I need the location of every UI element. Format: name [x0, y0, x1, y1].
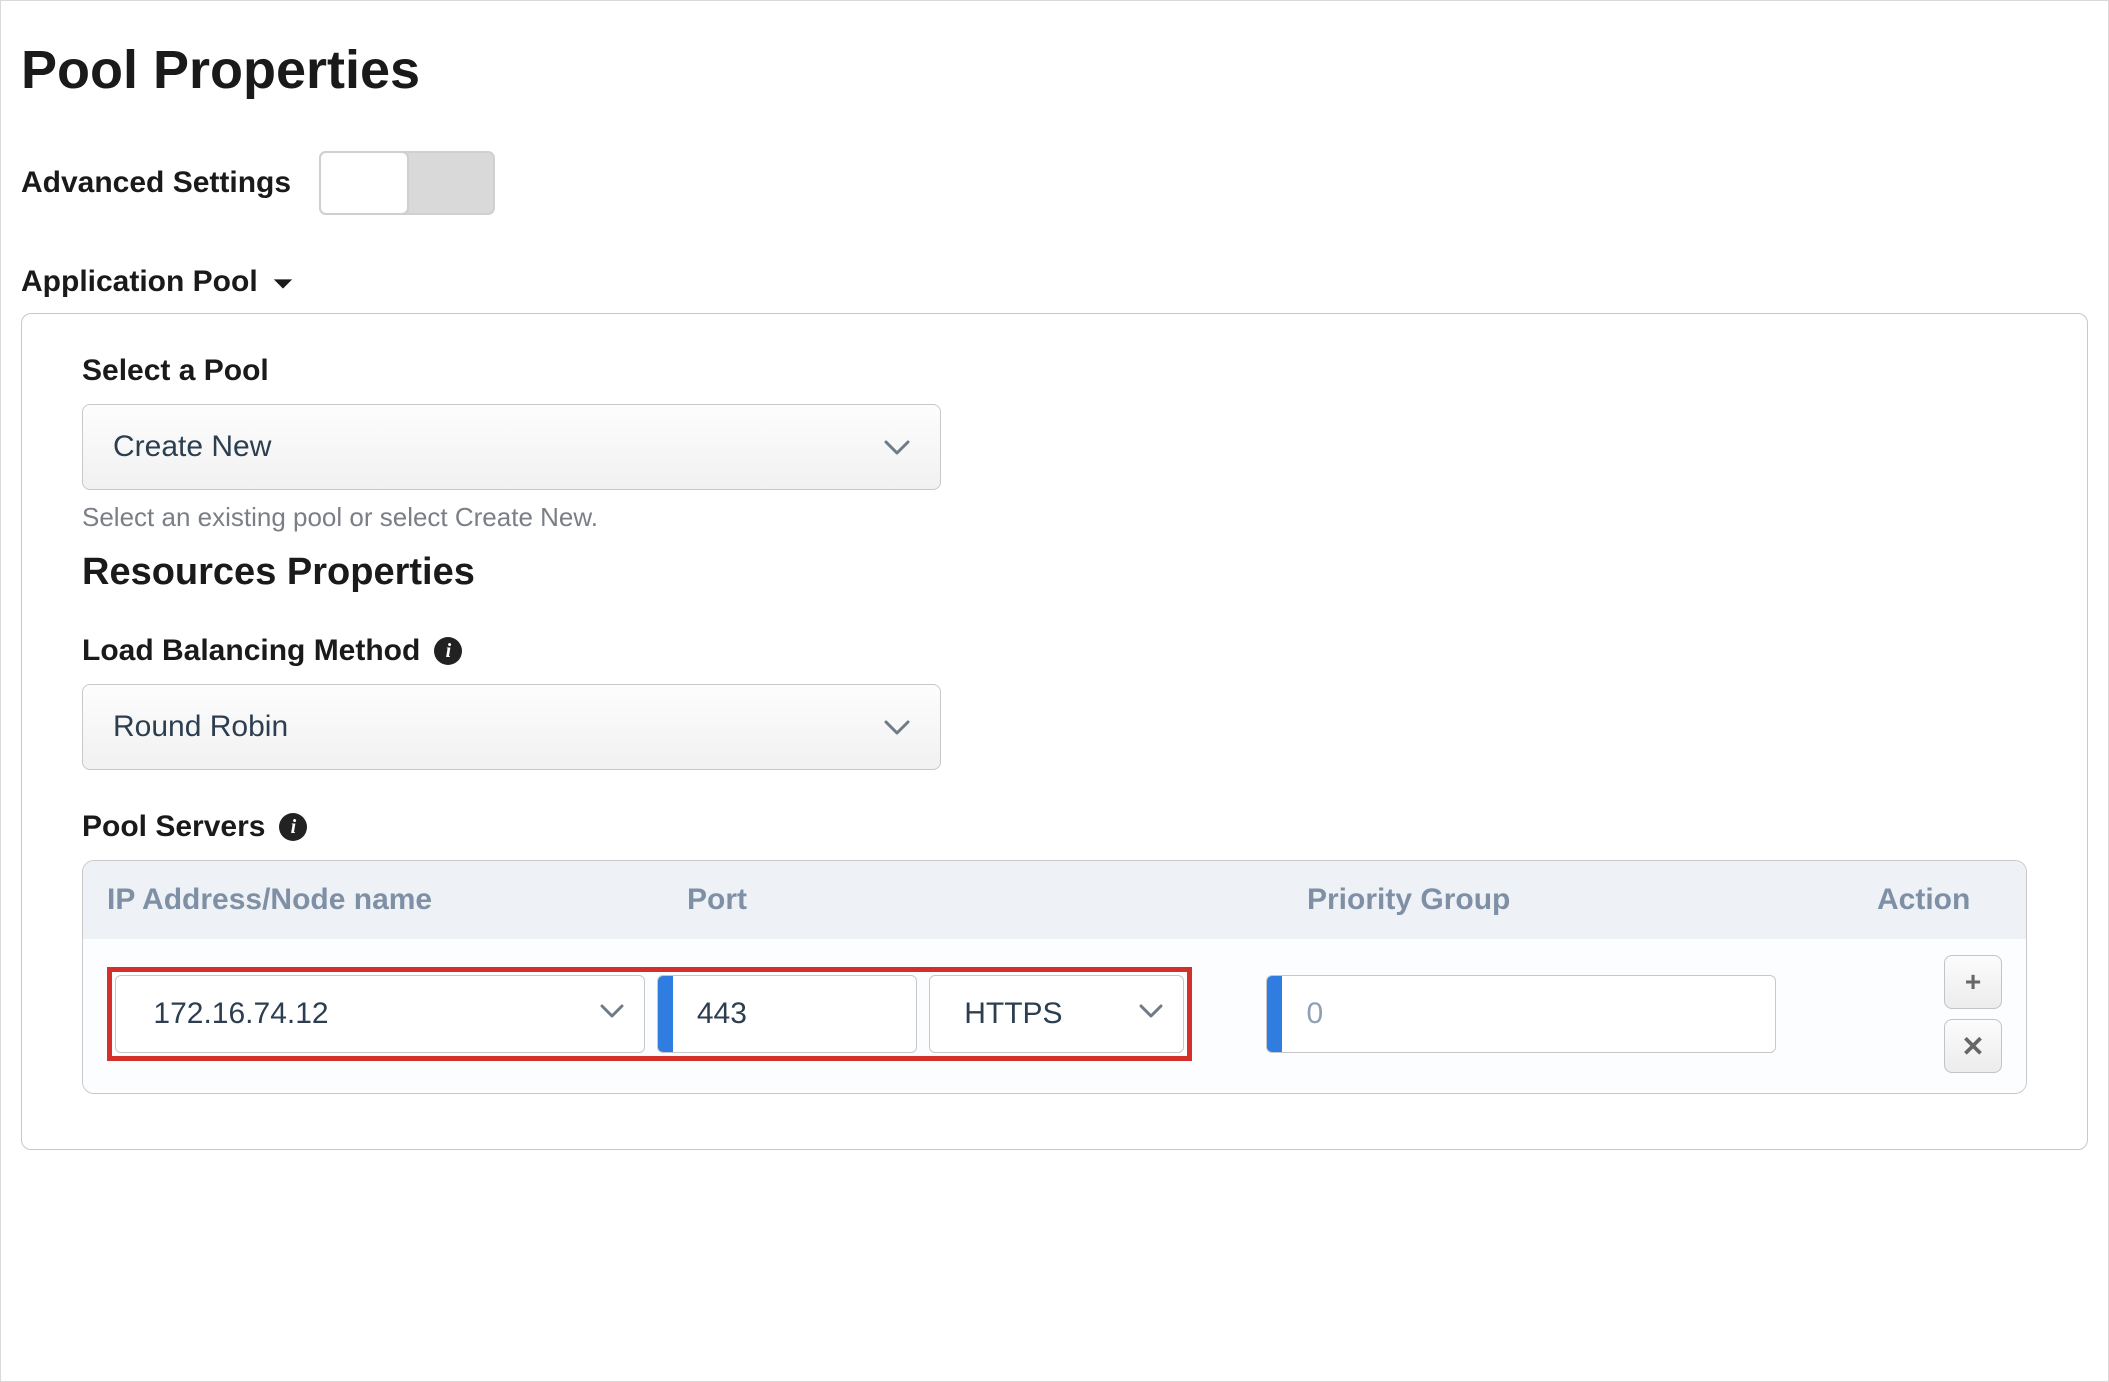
col-header-ip: IP Address/Node name — [107, 883, 687, 917]
pool-properties-page: Pool Properties Advanced Settings Applic… — [0, 0, 2109, 1382]
advanced-settings-toggle[interactable] — [319, 151, 495, 215]
ip-node-combobox[interactable]: 172.16.74.12 — [115, 975, 645, 1053]
advanced-settings-row: Advanced Settings — [21, 151, 2088, 215]
close-icon: ✕ — [1961, 1030, 1984, 1063]
chevron-down-icon — [884, 710, 910, 744]
plus-icon: + — [1965, 966, 1981, 998]
priority-input[interactable] — [1282, 976, 1775, 1052]
select-pool-block: Select a Pool Create New Select an exist… — [82, 354, 2027, 533]
caret-down-icon — [272, 265, 294, 299]
remove-row-button[interactable]: ✕ — [1944, 1019, 2002, 1073]
page-title: Pool Properties — [21, 39, 2088, 101]
chevron-down-icon — [580, 1004, 644, 1024]
pool-servers-block: Pool Servers i IP Address/Node name Port… — [82, 810, 2027, 1094]
select-pool-helper: Select an existing pool or select Create… — [82, 502, 2027, 533]
application-pool-label: Application Pool — [21, 265, 258, 299]
pool-servers-label: Pool Servers i — [82, 810, 2027, 844]
add-row-button[interactable]: + — [1944, 955, 2002, 1009]
application-pool-section-toggle[interactable]: Application Pool — [21, 265, 2088, 299]
col-header-port: Port — [687, 883, 1307, 917]
resources-properties-heading: Resources Properties — [82, 551, 2027, 594]
chevron-down-icon — [1119, 1004, 1183, 1024]
protocol-dropdown[interactable]: HTTPS — [929, 975, 1184, 1053]
select-pool-dropdown[interactable]: Create New — [82, 404, 941, 490]
blue-stripe — [658, 976, 673, 1052]
table-row: 172.16.74.12 HTT — [83, 939, 2026, 1093]
blue-stripe — [1267, 976, 1282, 1052]
info-icon[interactable]: i — [434, 637, 462, 665]
highlighted-server-fields: 172.16.74.12 HTT — [107, 967, 1192, 1061]
select-pool-value: Create New — [113, 430, 271, 464]
select-pool-label: Select a Pool — [82, 354, 2027, 388]
application-pool-panel: Select a Pool Create New Select an exist… — [21, 313, 2088, 1150]
advanced-settings-label: Advanced Settings — [21, 166, 291, 200]
ip-value: 172.16.74.12 — [129, 997, 580, 1031]
row-actions: + ✕ — [1944, 955, 2002, 1073]
chevron-down-icon — [884, 430, 910, 464]
table-header: IP Address/Node name Port Priority Group… — [83, 861, 2026, 939]
port-input-wrapper — [657, 975, 917, 1053]
priority-input-wrapper — [1266, 975, 1776, 1053]
col-header-priority: Priority Group — [1307, 883, 1877, 917]
load-balancing-dropdown[interactable]: Round Robin — [82, 684, 941, 770]
load-balancing-block: Load Balancing Method i Round Robin — [82, 634, 2027, 770]
toggle-knob — [319, 151, 409, 215]
pool-servers-table: IP Address/Node name Port Priority Group… — [82, 860, 2027, 1094]
port-input[interactable] — [673, 976, 916, 1052]
load-balancing-value: Round Robin — [113, 710, 288, 744]
load-balancing-label: Load Balancing Method i — [82, 634, 2027, 668]
col-header-action: Action — [1877, 883, 2002, 917]
protocol-value: HTTPS — [940, 997, 1119, 1031]
info-icon[interactable]: i — [279, 813, 307, 841]
